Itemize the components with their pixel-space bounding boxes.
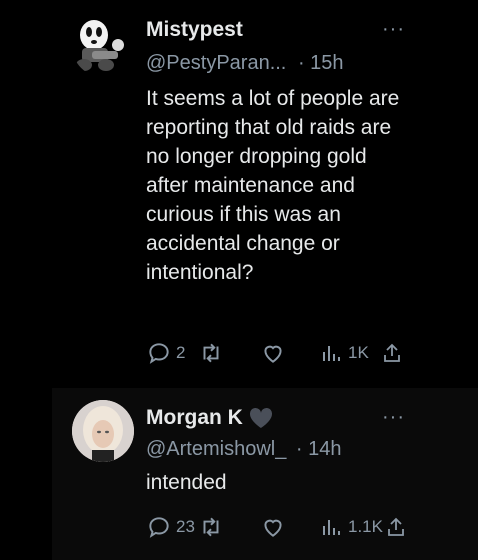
reply-count: 23 — [176, 517, 195, 536]
views-button[interactable]: 1.1K — [320, 514, 383, 540]
author-row: Mistypest — [146, 18, 243, 42]
retweet-icon — [203, 343, 219, 363]
more-icon[interactable]: ··· — [382, 406, 405, 429]
share-button[interactable] — [380, 340, 404, 366]
author-name[interactable]: Morgan K — [146, 406, 243, 430]
avatar[interactable] — [72, 15, 134, 77]
views-button[interactable]: 1K — [320, 340, 369, 366]
tweet-mistypest[interactable]: Mistypest @PestyParan... · 15h ··· It se… — [0, 0, 478, 388]
like-button[interactable] — [260, 514, 290, 540]
views-count: 1K — [348, 343, 369, 362]
author-handle[interactable]: @Artemishowl_ — [146, 438, 286, 460]
handle-row: @PestyParan... · 15h — [146, 52, 344, 75]
tweet-text: It seems a lot of people are reporting t… — [146, 87, 400, 284]
reply-icon — [149, 517, 169, 538]
timestamp[interactable]: · 14h — [296, 438, 342, 460]
reply-button[interactable]: 23 — [146, 514, 195, 540]
views-count: 1.1K — [348, 517, 383, 536]
tweet-text: intended — [146, 471, 227, 494]
views-icon — [323, 346, 340, 361]
author-name[interactable]: Mistypest — [146, 18, 243, 42]
share-icon — [388, 517, 404, 536]
share-icon — [384, 343, 400, 362]
reply-count: 2 — [176, 343, 186, 362]
reply-icon — [149, 343, 169, 364]
retweet-button[interactable] — [198, 340, 228, 366]
shy-guy-avatar-icon — [76, 20, 124, 71]
reply-button[interactable]: 2 — [146, 340, 185, 366]
profile-photo-icon — [72, 400, 134, 462]
author-row: Morgan K — [146, 406, 273, 430]
retweet-icon — [203, 517, 219, 537]
like-button[interactable] — [260, 340, 290, 366]
share-button[interactable] — [384, 514, 408, 540]
retweet-button[interactable] — [198, 514, 228, 540]
action-bar: 2 1K — [146, 340, 408, 366]
like-icon — [264, 345, 282, 363]
views-icon — [323, 520, 340, 535]
tweet-morgan-k[interactable]: Morgan K @Artemishowl_ · 14h ··· intende… — [52, 388, 478, 560]
heart-badge-icon — [249, 407, 272, 428]
avatar[interactable] — [72, 400, 134, 462]
like-icon — [264, 519, 282, 537]
more-icon[interactable]: ··· — [382, 18, 405, 41]
author-handle[interactable]: @PestyParan... — [146, 52, 286, 74]
handle-row: @Artemishowl_ · 14h — [146, 438, 342, 461]
timestamp[interactable]: · 15h — [298, 52, 344, 74]
action-bar: 23 1.1K — [146, 514, 408, 540]
